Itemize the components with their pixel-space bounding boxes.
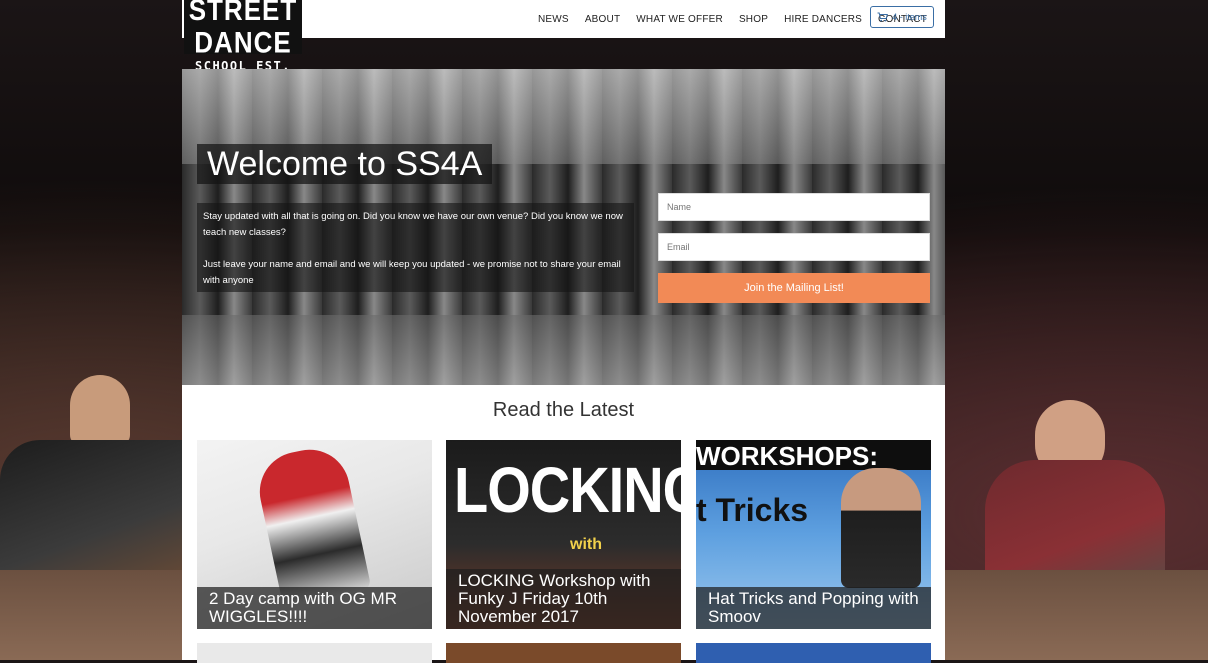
hero-title: Welcome to SS4A — [207, 145, 483, 183]
join-mailing-list-button[interactable]: Join the Mailing List! — [658, 273, 930, 303]
instructor-image — [841, 468, 921, 588]
nav-item-hire-dancers[interactable]: HIRE DANCERS — [784, 14, 862, 25]
site-logo[interactable]: STREET DANCE SCHOOL EST. 2006 — [184, 0, 302, 89]
news-card-partial[interactable] — [446, 643, 681, 663]
dancer-head-shape — [70, 375, 130, 445]
cart-icon — [877, 12, 889, 22]
hero-paragraph: Just leave your name and email and we wi… — [203, 259, 621, 286]
news-card-partial[interactable] — [197, 643, 432, 663]
news-card-partial[interactable] — [696, 643, 931, 663]
name-input[interactable] — [658, 193, 930, 221]
hero-banner: Welcome to SS4A Stay updated with all th… — [182, 69, 945, 385]
news-card-caption[interactable]: Hat Tricks and Popping with Smoov — [696, 587, 931, 629]
hero-paragraph: Stay updated with all that is going on. … — [203, 211, 623, 238]
news-card[interactable]: WORKSHOPS: t Tricks Hat Tricks and Poppi… — [696, 440, 931, 629]
background-dancer-right — [945, 360, 1208, 660]
news-card[interactable]: 2 Day camp with OG MR WIGGLES!!!! — [197, 440, 432, 629]
site-header: STREET DANCE SCHOOL EST. 2006 NEWS ABOUT… — [182, 0, 945, 89]
news-card-caption[interactable]: LOCKING Workshop with Funky J Friday 10t… — [446, 569, 681, 629]
dancer-body-shape — [0, 440, 182, 590]
cart-count: 4 - items — [892, 12, 927, 22]
mailing-list-form: Join the Mailing List! — [658, 193, 930, 303]
news-card-caption[interactable]: 2 Day camp with OG MR WIGGLES!!!! — [197, 587, 432, 629]
nav-item-about[interactable]: ABOUT — [585, 14, 620, 25]
logo-title: STREET DANCE — [188, 0, 298, 60]
poster-subtext: t Tricks — [696, 492, 809, 528]
latest-section: Read the Latest 2 Day camp with OG MR WI… — [182, 385, 945, 663]
stage-floor — [0, 570, 182, 660]
poster-subtext: with — [570, 536, 602, 553]
stage-floor — [945, 570, 1208, 660]
nav-item-what-we-offer[interactable]: WHAT WE OFFER — [636, 14, 723, 25]
cart-button[interactable]: 4 - items — [870, 6, 934, 28]
news-card[interactable]: LOCKING WO with LOCKING Workshop with Fu… — [446, 440, 681, 629]
poster-text: LOCKING WO — [454, 453, 681, 526]
nav-item-news[interactable]: NEWS — [538, 14, 569, 25]
background-dancer-left — [0, 360, 182, 660]
nav-item-shop[interactable]: SHOP — [739, 14, 768, 25]
hero-description: Stay updated with all that is going on. … — [197, 203, 634, 292]
dancer-image — [252, 442, 372, 608]
hero-title-box: Welcome to SS4A — [197, 144, 493, 184]
email-input[interactable] — [658, 233, 930, 261]
hero-photo-street — [182, 315, 945, 385]
section-title: Read the Latest — [492, 399, 635, 421]
poster-text: WORKSHOPS: — [696, 440, 931, 471]
